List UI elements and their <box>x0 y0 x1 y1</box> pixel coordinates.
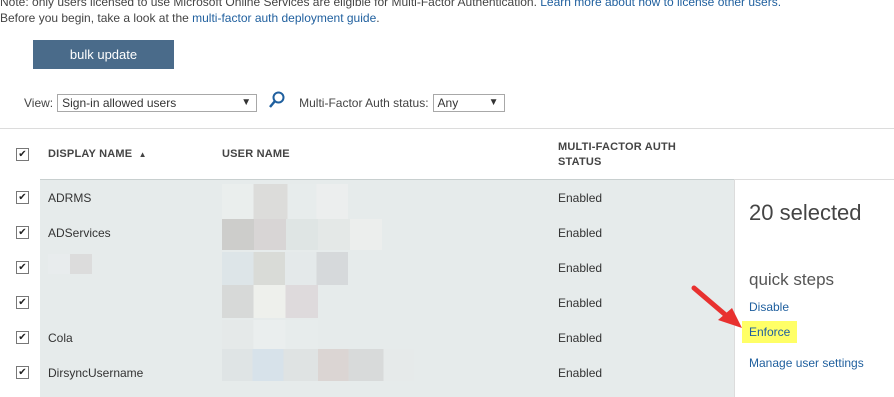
notice-text-end: . <box>376 11 380 25</box>
manage-user-settings-link[interactable]: Manage user settings <box>749 356 864 370</box>
bulk-update-button[interactable]: bulk update <box>33 40 174 69</box>
row-mfa-status: Enabled <box>558 261 603 275</box>
search-icon[interactable] <box>268 91 286 112</box>
checkbox-checked-icon: ✔ <box>18 261 27 273</box>
mfa-status-label: Multi-Factor Auth status: <box>299 96 429 110</box>
selected-count: 20 selected <box>749 200 862 225</box>
notice-text-2: Before you begin, take a look at the <box>0 11 193 25</box>
redacted-username <box>222 320 318 350</box>
quick-steps-title: quick steps <box>749 270 835 289</box>
deployment-guide-link[interactable]: multi-factor auth deployment guide <box>192 11 376 25</box>
view-select-value: Sign-in allowed users <box>62 96 177 110</box>
enforce-link[interactable]: Enforce <box>742 321 798 343</box>
view-label: View: <box>24 96 54 110</box>
checkbox-checked-icon: ✔ <box>18 191 27 203</box>
redacted-display-name <box>48 254 92 274</box>
column-mfa-status[interactable]: MULTI-FACTOR AUTH STATUS <box>558 140 688 170</box>
display-name-header-label: DISPLAY NAME <box>48 148 133 160</box>
row-display-name: ADRMS <box>48 191 92 205</box>
row-mfa-status: Enabled <box>558 191 603 205</box>
table-header: ✔ DISPLAY NAME ▲ USER NAME MULTI-FACTOR … <box>0 128 894 179</box>
disable-link[interactable]: Disable <box>749 300 789 314</box>
notice: Note: only users licensed to use Microso… <box>0 0 894 26</box>
redacted-username <box>222 285 318 318</box>
row-checkbox[interactable]: ✔ <box>16 366 29 379</box>
checkbox-checked-icon: ✔ <box>18 366 27 378</box>
row-display-name: DirsyncUsername <box>48 366 144 380</box>
redacted-username <box>222 219 382 250</box>
chevron-down-icon: ▼ <box>241 97 252 108</box>
row-mfa-status: Enabled <box>558 331 603 345</box>
row-mfa-status: Enabled <box>558 366 603 380</box>
view-select[interactable]: Sign-in allowed users ▼ <box>57 94 258 112</box>
column-user-name[interactable]: USER NAME <box>222 148 290 160</box>
row-display-name: Cola <box>48 331 73 345</box>
row-display-name: ADServices <box>48 226 111 240</box>
checkbox-checked-icon: ✔ <box>18 148 27 160</box>
table-row[interactable]: ✔ Enabled <box>0 285 734 320</box>
checkbox-checked-icon: ✔ <box>18 331 27 343</box>
row-mfa-status: Enabled <box>558 226 603 240</box>
column-display-name[interactable]: DISPLAY NAME ▲ <box>48 148 147 160</box>
table-row[interactable]: ✔ Enabled <box>0 250 734 285</box>
row-checkbox[interactable]: ✔ <box>16 331 29 344</box>
redacted-username <box>222 252 348 285</box>
checkbox-checked-icon: ✔ <box>18 226 27 238</box>
select-all-checkbox[interactable]: ✔ <box>16 148 29 161</box>
row-checkbox[interactable]: ✔ <box>16 261 29 274</box>
license-link[interactable]: Learn more about how to license other us… <box>540 0 781 9</box>
redacted-username <box>222 184 348 219</box>
redacted-username <box>222 349 414 381</box>
mfa-status-select-value: Any <box>437 96 459 110</box>
table-row[interactable]: ✔ ADServices Enabled <box>0 215 734 250</box>
notice-text-1: Note: only users licensed to use Microso… <box>0 0 541 9</box>
table-row[interactable]: ✔ DirsyncUsername Enabled <box>0 349 734 390</box>
red-arrow-annotation <box>691 285 742 328</box>
row-mfa-status: Enabled <box>558 296 603 310</box>
filter-row: View: Sign-in allowed users ▼ Multi-Fact… <box>24 93 505 113</box>
row-checkbox[interactable]: ✔ <box>16 296 29 309</box>
chevron-down-icon: ▼ <box>488 97 499 108</box>
mfa-status-select[interactable]: Any ▼ <box>432 94 505 112</box>
table-row[interactable]: ✔ ADRMS Enabled <box>0 180 734 219</box>
row-checkbox[interactable]: ✔ <box>16 226 29 239</box>
checkbox-checked-icon: ✔ <box>18 296 27 308</box>
row-checkbox[interactable]: ✔ <box>16 191 29 204</box>
sort-ascending-icon: ▲ <box>138 150 147 159</box>
